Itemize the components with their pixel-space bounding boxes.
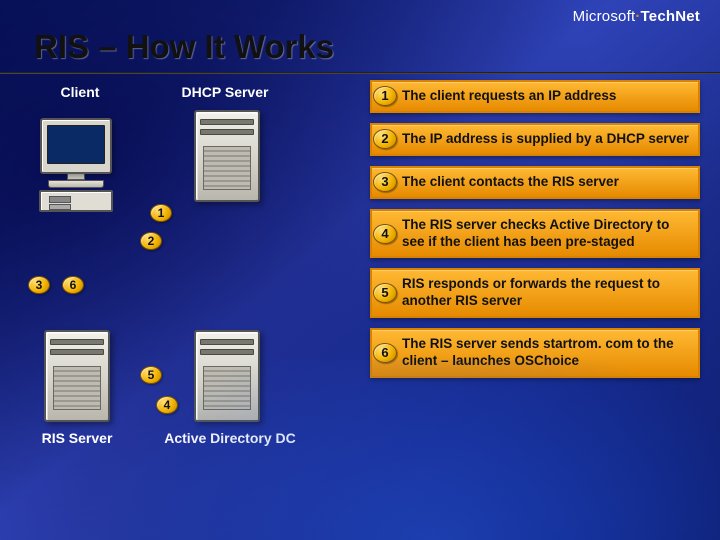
step-number: 1	[373, 86, 397, 106]
brand-logo: Microsoft·TechNet	[573, 8, 700, 25]
diagram-badge-1: 1	[150, 204, 172, 222]
ris-server-icon	[44, 330, 110, 422]
step-item: 3 The client contacts the RIS server	[370, 166, 700, 199]
step-number: 5	[373, 283, 397, 303]
diagram-badge-2: 2	[140, 232, 162, 250]
step-item: 5 RIS responds or forwards the request t…	[370, 268, 700, 318]
step-item: 1 The client requests an IP address	[370, 80, 700, 113]
ris-label: RIS Server	[22, 430, 132, 446]
brand-prefix: Microsoft	[573, 8, 636, 25]
dhcp-label: DHCP Server	[170, 84, 280, 100]
step-text: The IP address is supplied by a DHCP ser…	[402, 131, 689, 146]
dhcp-server-icon	[194, 110, 260, 202]
step-item: 2 The IP address is supplied by a DHCP s…	[370, 123, 700, 156]
diagram-badge-6: 6	[62, 276, 84, 294]
step-text: The client contacts the RIS server	[402, 174, 619, 189]
diagram-badge-5: 5	[140, 366, 162, 384]
client-icon	[32, 118, 120, 213]
step-text: The client requests an IP address	[402, 88, 616, 103]
step-item: 6 The RIS server sends startrom. com to …	[370, 328, 700, 378]
page-title: RIS – How It Works	[34, 28, 696, 66]
brand-product: TechNet	[641, 8, 700, 25]
step-number: 2	[373, 129, 397, 149]
client-label: Client	[50, 84, 110, 100]
title-divider	[0, 72, 720, 74]
ad-dc-icon	[194, 330, 260, 422]
diagram-badge-4: 4	[156, 396, 178, 414]
diagram-stage: Client DHCP Server RIS Server Active Dir…	[0, 80, 720, 540]
step-text: RIS responds or forwards the request to …	[402, 276, 660, 308]
step-list: 1 The client requests an IP address 2 Th…	[370, 80, 700, 388]
step-number: 4	[373, 224, 397, 244]
step-number: 6	[373, 343, 397, 363]
step-item: 4 The RIS server checks Active Directory…	[370, 209, 700, 259]
step-text: The RIS server checks Active Directory t…	[402, 217, 669, 249]
addc-label: Active Directory DC	[160, 430, 300, 446]
step-text: The RIS server sends startrom. com to th…	[402, 336, 674, 368]
diagram-badge-3: 3	[28, 276, 50, 294]
step-number: 3	[373, 172, 397, 192]
